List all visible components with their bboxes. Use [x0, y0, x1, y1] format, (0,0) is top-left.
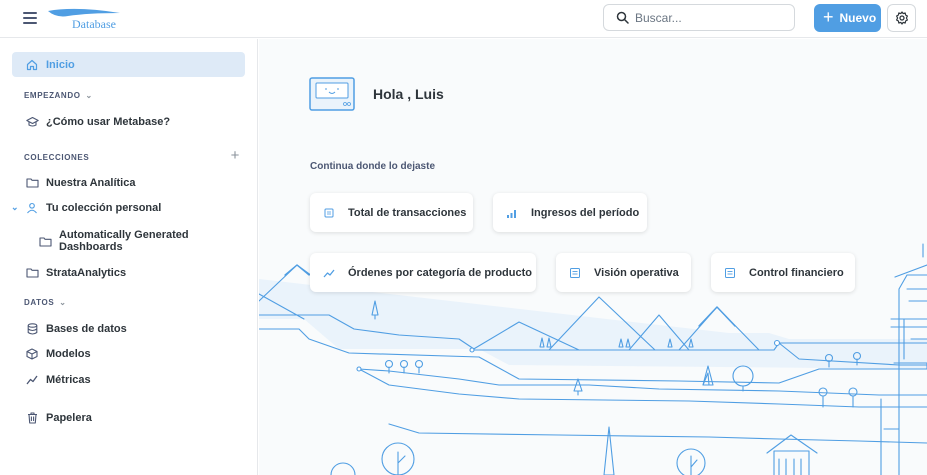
continue-label: Continua donde lo dejaste — [310, 161, 436, 172]
card-label: Control financiero — [749, 266, 844, 279]
graduation-cap-icon — [25, 115, 39, 129]
trash-icon — [25, 411, 39, 425]
plus-icon: + — [823, 7, 834, 27]
card-label: Visión operativa — [594, 266, 679, 279]
card-label: Órdenes por categoría de producto — [348, 266, 532, 279]
folder-icon — [25, 266, 39, 280]
folder-icon — [38, 234, 52, 248]
bar-chart-icon — [507, 209, 516, 218]
folder-icon — [25, 176, 39, 190]
section-collections-label: COLECCIONES — [24, 153, 90, 162]
sidebar-item-label: StrataAnalytics — [46, 266, 127, 279]
robot-face-icon — [309, 77, 355, 111]
sidebar-item-personal-collection[interactable]: ⌄ Tu colección personal — [0, 195, 245, 220]
sidebar-item-auto-dashboards[interactable]: Automatically Generated Dashboards — [12, 227, 245, 259]
sidebar-item-home[interactable]: Inicio — [12, 52, 245, 77]
recent-card-financial[interactable]: Control financiero — [711, 253, 855, 292]
app-logo[interactable]: Database — [46, 4, 126, 32]
search-box[interactable] — [603, 4, 795, 31]
chevron-down-icon: ⌄ — [59, 298, 67, 307]
sidebar-item-label: Métricas — [46, 373, 91, 386]
card-label: Total de transacciones — [348, 206, 467, 219]
chevron-down-icon: ⌄ — [85, 91, 93, 100]
sidebar: Inicio EMPEZANDO ⌄ ¿Cómo usar Metabase? … — [0, 39, 258, 475]
sidebar-item-label: Papelera — [46, 411, 92, 424]
menu-icon[interactable] — [23, 12, 37, 24]
sidebar-item-metrics[interactable]: Métricas — [12, 367, 245, 392]
search-icon — [616, 11, 629, 24]
recent-card-transactions[interactable]: Total de transacciones — [310, 193, 473, 232]
sidebar-item-models[interactable]: Modelos — [12, 341, 245, 366]
metric-line-icon — [25, 373, 39, 387]
sidebar-item-trash[interactable]: Papelera — [12, 405, 245, 430]
recent-card-income[interactable]: Ingresos del período — [493, 193, 647, 232]
card-label: Ingresos del período — [531, 206, 640, 219]
sidebar-item-label: Automatically Generated Dashboards — [59, 229, 189, 253]
sidebar-item-label: Tu colección personal — [46, 201, 162, 214]
sidebar-item-strata[interactable]: StrataAnalytics — [12, 260, 245, 285]
cube-icon — [25, 347, 39, 361]
sidebar-item-label: Modelos — [46, 347, 91, 360]
sidebar-item-our-analytics[interactable]: Nuestra Analítica — [12, 170, 245, 195]
dashboard-icon — [570, 267, 580, 278]
section-data-label: DATOS — [24, 298, 55, 307]
settings-button[interactable] — [887, 4, 916, 32]
add-collection-icon[interactable]: + — [228, 148, 242, 163]
recent-card-operations[interactable]: Visión operativa — [556, 253, 691, 292]
search-input[interactable] — [635, 9, 785, 27]
sidebar-item-label: Inicio — [46, 58, 75, 71]
sidebar-item-label: ¿Cómo usar Metabase? — [46, 115, 171, 128]
sidebar-item-label: Nuestra Analítica — [46, 176, 136, 189]
line-chart-icon — [323, 269, 335, 277]
home-icon — [25, 58, 39, 72]
section-start-label: EMPEZANDO — [24, 91, 81, 100]
gear-icon — [896, 11, 908, 25]
greeting-title: Hola , Luis — [373, 86, 444, 102]
person-icon — [25, 201, 39, 215]
sidebar-item-databases[interactable]: Bases de datos — [12, 316, 245, 341]
section-collections: COLECCIONES — [24, 153, 89, 162]
sidebar-item-label: Bases de datos — [46, 322, 127, 335]
section-data[interactable]: DATOS ⌄ — [24, 298, 67, 307]
new-button-label: Nuevo — [839, 11, 877, 25]
database-icon — [25, 322, 39, 336]
main-content: Hola , Luis Continua donde lo dejaste To… — [259, 39, 927, 475]
sidebar-item-how-to[interactable]: ¿Cómo usar Metabase? — [12, 109, 245, 134]
logo-text: Database — [72, 17, 116, 31]
new-button[interactable]: + Nuevo — [814, 4, 881, 32]
section-start[interactable]: EMPEZANDO ⌄ — [24, 91, 93, 100]
table-icon — [324, 208, 334, 217]
recent-card-orders[interactable]: Órdenes por categoría de producto — [310, 253, 536, 292]
dashboard-icon — [725, 267, 735, 278]
chevron-down-icon[interactable]: ⌄ — [11, 202, 19, 213]
logo-swoosh-icon: Database — [48, 8, 120, 31]
top-navbar: Database + Nuevo — [0, 0, 927, 38]
